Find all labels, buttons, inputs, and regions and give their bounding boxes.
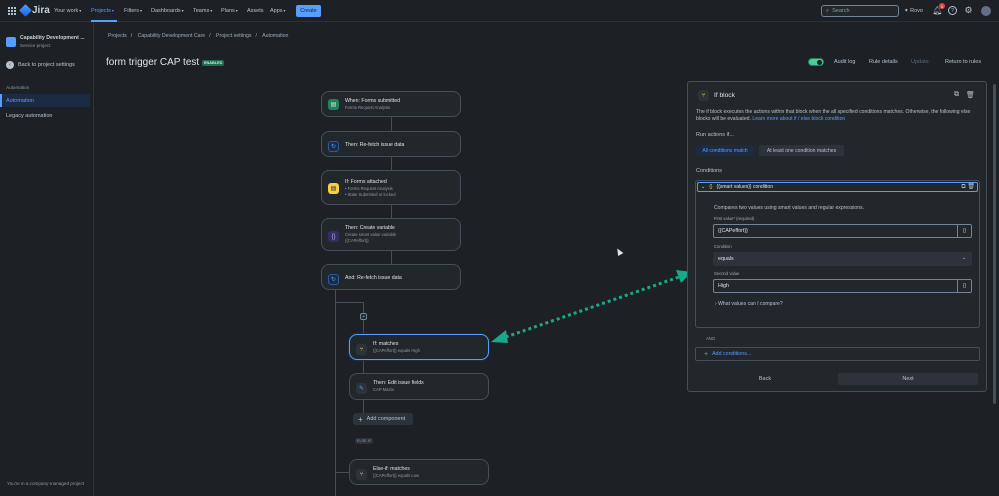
option-all-conditions[interactable]: All conditions match — [696, 145, 754, 156]
second-value-label: Second value — [714, 271, 740, 276]
smart-value-icon: {} — [709, 184, 713, 190]
condition-label: Condition — [714, 244, 732, 249]
panel-description: The if block executes the actions within… — [696, 109, 971, 122]
if-block-panel: ⑂ If block ⧉ 🗑︎ The if block executes th… — [687, 81, 987, 392]
condition-actions: ⧉ 🗑︎ — [961, 183, 975, 191]
scrollbar[interactable] — [993, 84, 996, 404]
trash-icon[interactable]: 🗑︎ — [967, 184, 975, 190]
condition-select[interactable]: equals ⌄ — [713, 252, 972, 266]
condition-name: {{smart values}} condition — [716, 184, 773, 190]
next-button[interactable]: Next — [838, 373, 978, 385]
option-at-least-one[interactable]: At least one condition matches — [759, 145, 844, 156]
condition-description: Compares two values using smart values a… — [714, 205, 865, 211]
add-conditions-button[interactable]: + Add conditions... — [695, 347, 980, 361]
copy-icon[interactable]: ⧉ — [954, 91, 959, 99]
copy-icon[interactable]: ⧉ — [961, 184, 965, 190]
first-value-field[interactable]: {{CAPeffort}}{} — [713, 224, 972, 238]
trash-icon[interactable]: 🗑︎ — [966, 91, 975, 99]
learn-more-link[interactable]: Learn more about if / else block conditi… — [752, 116, 845, 122]
chevron-right-icon: › — [715, 301, 717, 307]
back-button[interactable]: Back — [695, 373, 835, 385]
plus-icon: + — [704, 350, 709, 358]
chevron-down-icon: ⌄ — [961, 255, 966, 261]
smart-value-picker-icon[interactable]: {} — [957, 280, 971, 292]
what-values-toggle[interactable]: › What values can I compare? — [715, 301, 783, 307]
panel-title: If block — [714, 92, 735, 99]
conditions-label: Conditions — [696, 168, 722, 174]
second-value-field[interactable]: High{} — [713, 279, 972, 293]
and-label: AND — [706, 336, 716, 341]
smart-value-picker-icon[interactable]: {} — [957, 225, 971, 237]
run-actions-label: Run actions if... — [696, 132, 734, 138]
branch-icon: ⑂ — [698, 90, 709, 101]
first-value-label: First value* (required) — [714, 216, 755, 221]
chevron-down-icon[interactable]: ⌄ — [701, 184, 705, 190]
condition-header[interactable]: ⌄ {} {{smart values}} condition ⧉ 🗑︎ — [697, 182, 978, 192]
